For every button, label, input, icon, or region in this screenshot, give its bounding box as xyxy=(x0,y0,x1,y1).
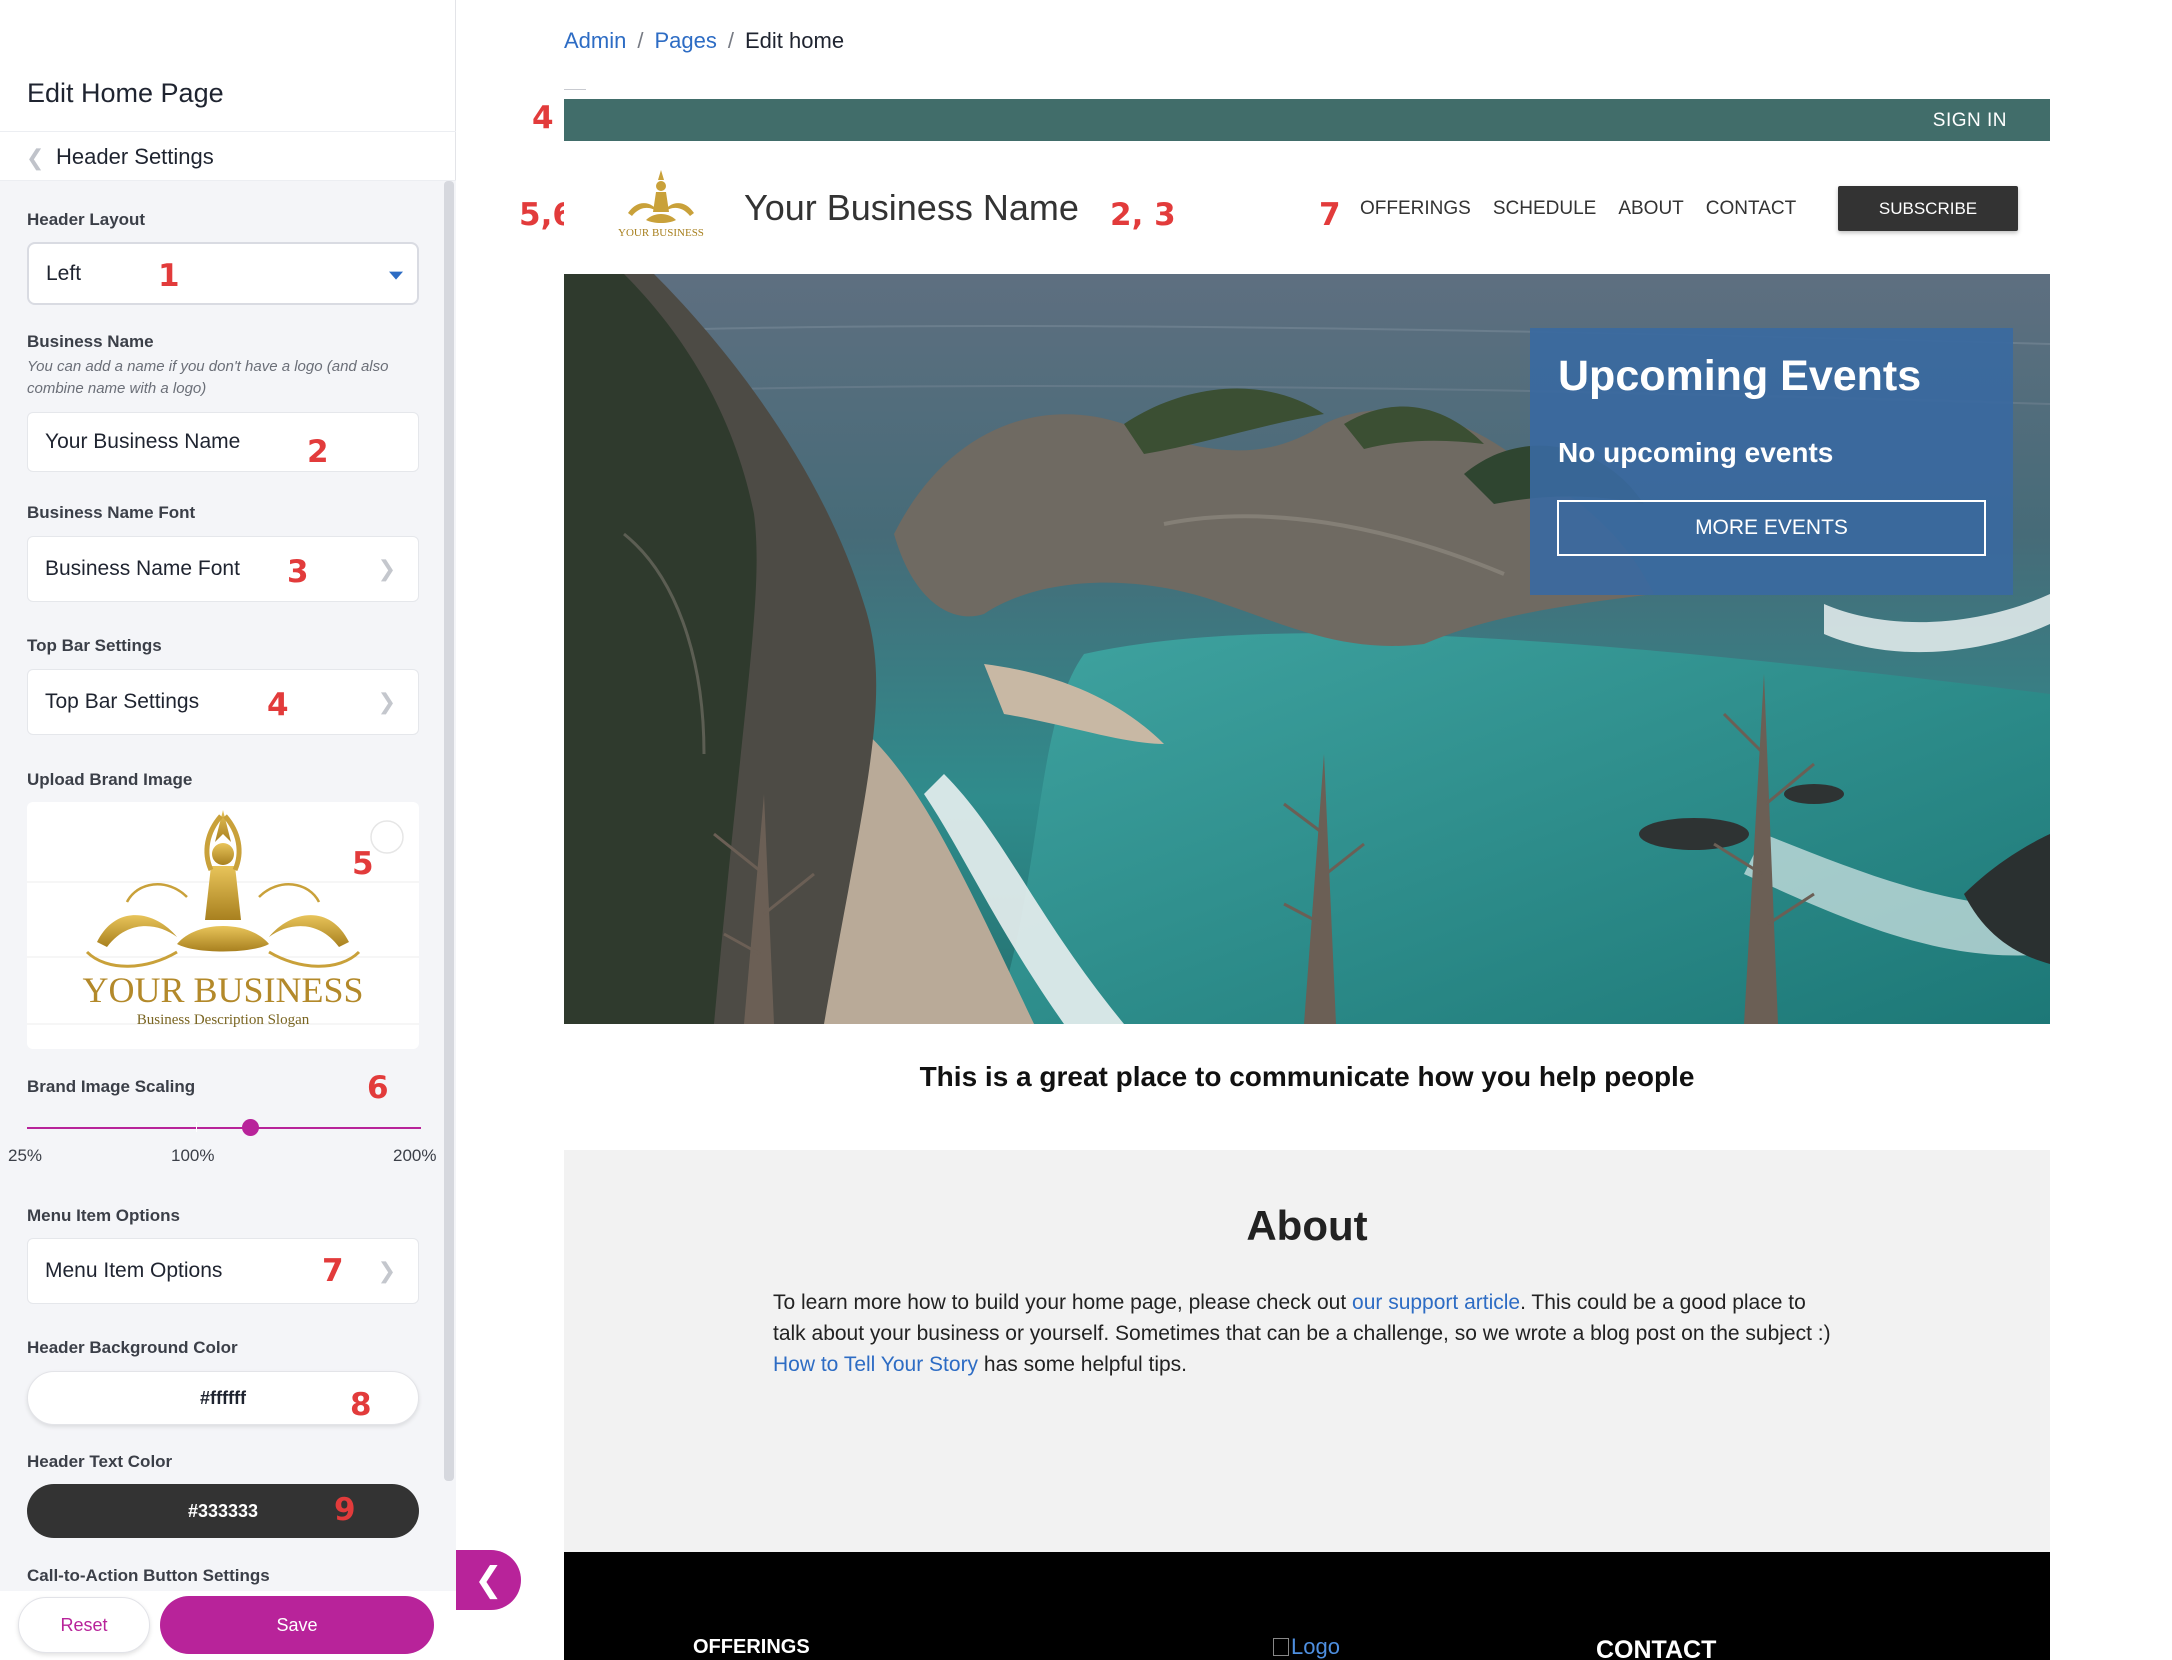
nav-contact[interactable]: CONTACT xyxy=(1706,198,1796,220)
header-layout-value: Left xyxy=(46,261,82,285)
footer-contact[interactable]: CONTACT xyxy=(1596,1636,1716,1660)
nav-about[interactable]: ABOUT xyxy=(1618,198,1683,220)
annotation-1: 1 xyxy=(158,258,180,294)
footer-offerings[interactable]: OFFERINGS xyxy=(693,1636,810,1659)
site-nav: OFFERINGS SCHEDULE ABOUT CONTACT xyxy=(1360,198,1796,220)
annotation-8: 8 xyxy=(350,1387,372,1423)
header-layout-select[interactable]: Left xyxy=(27,242,419,305)
nav-offerings[interactable]: OFFERINGS xyxy=(1360,198,1471,220)
menu-options-row[interactable]: Menu Item Options ❯ xyxy=(27,1238,419,1304)
top-bar-label: Top Bar Settings xyxy=(27,636,162,655)
business-name-label: Business Name xyxy=(27,332,154,351)
svg-text:YOUR BUSINESS: YOUR BUSINESS xyxy=(618,227,704,239)
reset-button[interactable]: Reset xyxy=(18,1597,150,1653)
annotation-topbar: 4 xyxy=(532,100,554,136)
collapse-panel-button[interactable]: ❮ xyxy=(456,1550,521,1610)
broken-image-icon xyxy=(1273,1638,1289,1656)
text-color-label: Header Text Color xyxy=(27,1452,173,1471)
header-layout-label: Header Layout xyxy=(27,210,146,229)
breadcrumb-admin[interactable]: Admin xyxy=(564,28,626,53)
breadcrumb-sep: / xyxy=(727,28,734,53)
brand-scaling-track[interactable] xyxy=(27,1127,421,1129)
slider-tick xyxy=(196,1122,197,1132)
subscribe-button[interactable]: SUBSCRIBE xyxy=(1838,186,2018,231)
scrollbar-thumb[interactable] xyxy=(444,181,454,1481)
annotation-2: 2 xyxy=(307,434,329,470)
panel-title: Edit Home Page xyxy=(27,78,224,108)
save-button[interactable]: Save xyxy=(160,1596,434,1654)
business-name-font-label: Business Name Font xyxy=(27,503,196,522)
business-name-font-value: Business Name Font xyxy=(45,557,240,580)
sign-in-link[interactable]: SIGN IN xyxy=(1933,110,2007,132)
section-header[interactable]: ❮ Header Settings xyxy=(0,131,456,181)
breadcrumb: Admin / Pages / Edit home xyxy=(564,28,844,54)
text-color-value: #333333 xyxy=(187,1500,259,1521)
settings-panel: Edit Home Page ❮ Header Settings Header … xyxy=(0,0,456,1660)
brand-image-upload[interactable]: YOUR BUSINESS Business Description Sloga… xyxy=(27,802,419,1049)
site-top-bar: SIGN IN xyxy=(564,99,2050,141)
annotation-7: 7 xyxy=(322,1253,344,1289)
annotation-5: 5 xyxy=(352,846,374,882)
top-bar-value: Top Bar Settings xyxy=(45,690,200,713)
scaling-max: 200% xyxy=(393,1146,437,1165)
events-empty: No upcoming events xyxy=(1558,437,1834,468)
caret-down-icon xyxy=(389,271,403,280)
chevron-left-icon[interactable]: ❮ xyxy=(26,145,44,171)
events-title: Upcoming Events xyxy=(1558,352,1922,400)
bg-color-value: #ffffff xyxy=(200,1387,246,1408)
business-name-value: Your Business Name xyxy=(45,430,241,453)
footer-logo[interactable]: Logo xyxy=(1273,1634,1340,1660)
annotation-3: 3 xyxy=(287,554,309,590)
bg-color-label: Header Background Color xyxy=(27,1338,238,1357)
about-title: About xyxy=(1246,1202,1368,1249)
site-logo[interactable]: YOUR BUSINESS xyxy=(598,168,724,246)
scaling-mid: 100% xyxy=(171,1146,215,1165)
chevron-right-icon: ❯ xyxy=(377,556,396,581)
support-article-link[interactable]: our support article xyxy=(1352,1291,1520,1314)
cta-settings-label: Call-to-Action Button Settings xyxy=(27,1566,270,1585)
breadcrumb-sep: / xyxy=(637,28,644,53)
chevron-left-icon: ❮ xyxy=(474,1561,503,1599)
about-text: To learn more how to build your home pag… xyxy=(773,1291,1831,1376)
svg-text:YOUR BUSINESS: YOUR BUSINESS xyxy=(82,970,363,1010)
annotation-menu: 7 xyxy=(1319,197,1341,233)
top-bar-row[interactable]: Top Bar Settings ❯ xyxy=(27,669,419,735)
menu-options-label: Menu Item Options xyxy=(27,1206,180,1225)
business-name-help: You can add a name if you don't have a l… xyxy=(27,358,389,397)
svg-text:Business Description Slogan: Business Description Slogan xyxy=(137,1012,310,1028)
tell-your-story-link[interactable]: How to Tell Your Story xyxy=(773,1353,978,1376)
brand-scaling-label: Brand Image Scaling xyxy=(27,1077,196,1096)
upcoming-events-card: Upcoming Events No upcoming events MORE … xyxy=(1530,328,2013,595)
brand-scaling-thumb[interactable] xyxy=(242,1119,259,1136)
about-section: About To learn more how to build your ho… xyxy=(564,1150,2050,1552)
annotation-4: 4 xyxy=(267,687,289,723)
breadcrumb-current: Edit home xyxy=(745,28,845,53)
site-footer: OFFERINGS Logo CONTACT xyxy=(564,1552,2050,1660)
site-header: YOUR BUSINESS Your Business Name OFFERIN… xyxy=(564,141,2050,274)
business-name-input[interactable]: Your Business Name xyxy=(27,412,419,472)
annotation-9: 9 xyxy=(334,1492,356,1528)
chevron-right-icon: ❯ xyxy=(377,1258,396,1283)
chevron-right-icon: ❯ xyxy=(377,689,396,714)
site-business-name[interactable]: Your Business Name xyxy=(744,187,1079,229)
more-events-button[interactable]: MORE EVENTS xyxy=(1557,500,1986,556)
text-color-picker[interactable]: #333333 xyxy=(27,1484,419,1538)
nav-schedule[interactable]: SCHEDULE xyxy=(1493,198,1596,220)
section-title: Header Settings xyxy=(56,144,214,169)
business-name-font-row[interactable]: Business Name Font ❯ xyxy=(27,536,419,602)
panel-footer: Reset Save xyxy=(0,1591,456,1660)
scaling-min: 25% xyxy=(8,1146,43,1165)
breadcrumb-pages[interactable]: Pages xyxy=(654,28,716,53)
divider xyxy=(564,89,586,90)
menu-options-value: Menu Item Options xyxy=(45,1259,223,1282)
upload-brand-label: Upload Brand Image xyxy=(27,770,193,789)
tagline: This is a great place to communicate how… xyxy=(919,1061,1695,1092)
annotation-name: 2, 3 xyxy=(1110,197,1176,233)
brand-logo-image: YOUR BUSINESS Business Description Sloga… xyxy=(27,810,419,1028)
annotation-6: 6 xyxy=(367,1070,389,1106)
